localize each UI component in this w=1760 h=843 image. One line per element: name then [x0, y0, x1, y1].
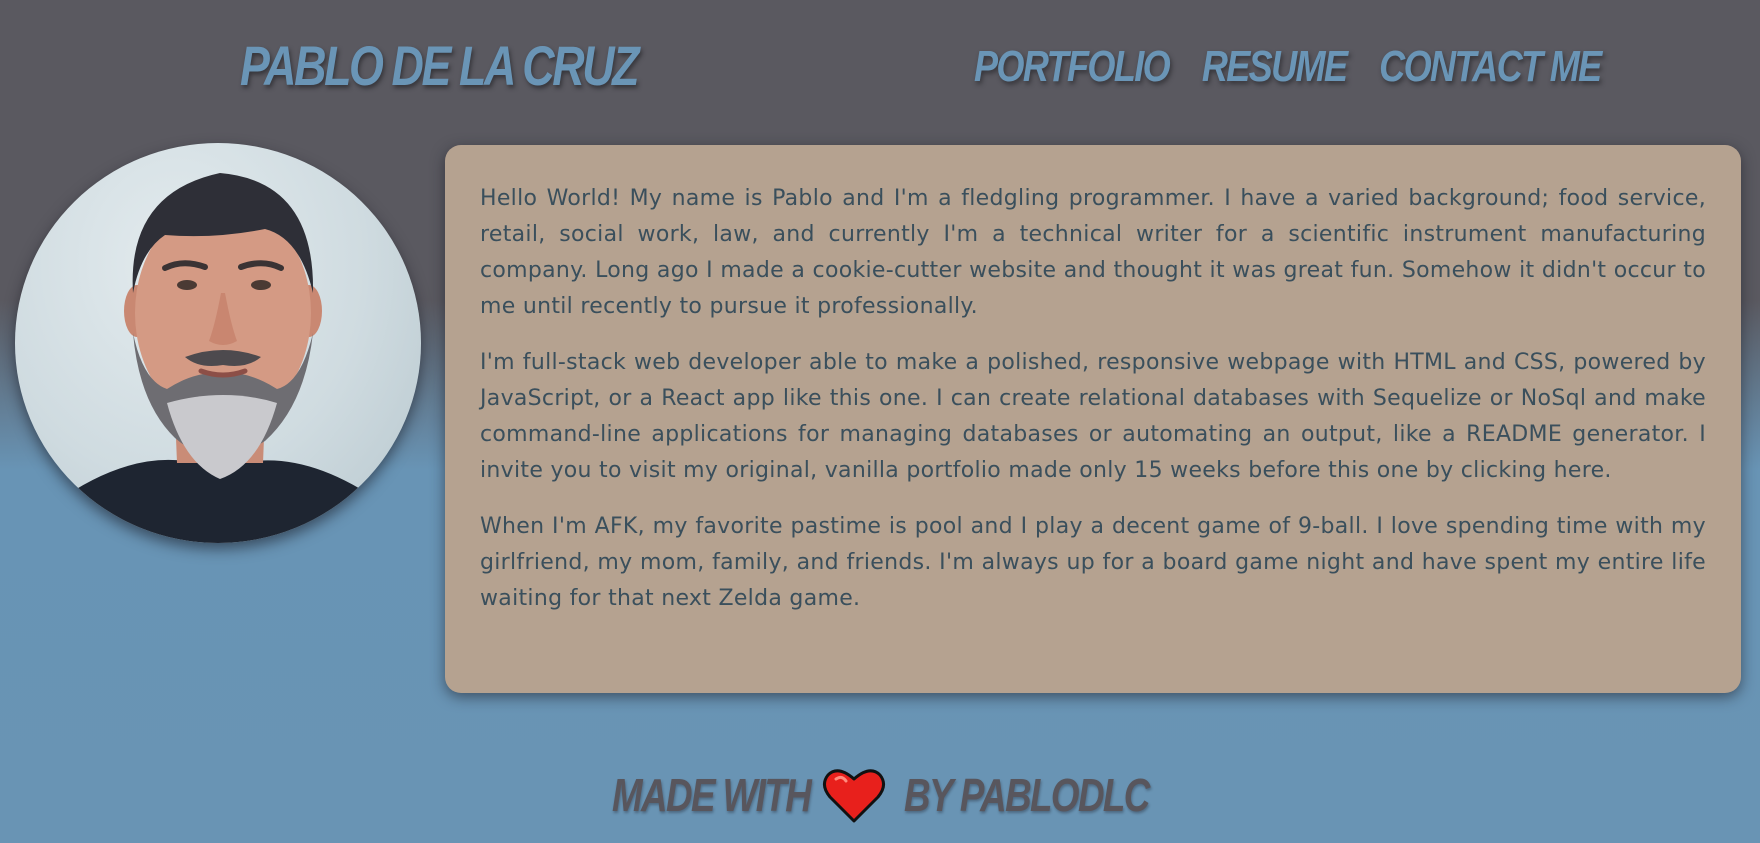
heart-icon [822, 765, 886, 825]
profile-portrait-image [15, 173, 421, 543]
about-card: Hello World! My name is Pablo and I'm a … [445, 145, 1741, 693]
site-footer: Made With By PabloDLC [612, 762, 1164, 828]
about-paragraph-skills: I'm full-stack web developer able to mak… [480, 350, 1706, 483]
nav-resume-link[interactable]: Resume [1202, 36, 1348, 98]
about-paragraph-hobbies: When I'm AFK, my favorite pastime is poo… [480, 514, 1706, 611]
nav-contact-link[interactable]: Contact Me [1379, 36, 1602, 98]
main-nav: Portfolio Resume Contact Me [974, 36, 1602, 98]
footer-author: By PabloDLC [904, 769, 1150, 821]
site-title[interactable]: Pablo De La Cruz [240, 30, 640, 102]
footer-made-with: Made With [612, 769, 812, 821]
about-paragraph-intro: Hello World! My name is Pablo and I'm a … [480, 186, 1706, 319]
nav-portfolio-link[interactable]: Portfolio [974, 36, 1171, 98]
profile-photo [15, 143, 421, 543]
